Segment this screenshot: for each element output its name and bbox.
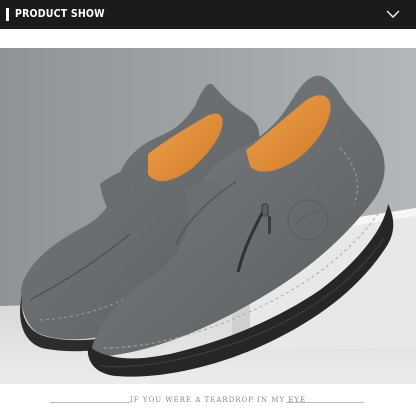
caption-rule-right <box>286 402 364 403</box>
tagline-caption: IF YOU WERE A TEARDROP IN MY EYE <box>130 396 307 404</box>
section-header: PRODUCT SHOW <box>0 0 416 29</box>
product-show-page: PRODUCT SHOW IF YOU WERE A TEARDROP IN M… <box>0 0 416 416</box>
header-accent-bar <box>6 8 9 21</box>
caption-row: IF YOU WERE A TEARDROP IN MY EYE <box>0 394 416 410</box>
caption-rule-left <box>50 402 130 403</box>
chevron-down-icon[interactable] <box>384 6 402 20</box>
product-photo <box>0 48 416 384</box>
section-title: PRODUCT SHOW <box>15 7 105 20</box>
